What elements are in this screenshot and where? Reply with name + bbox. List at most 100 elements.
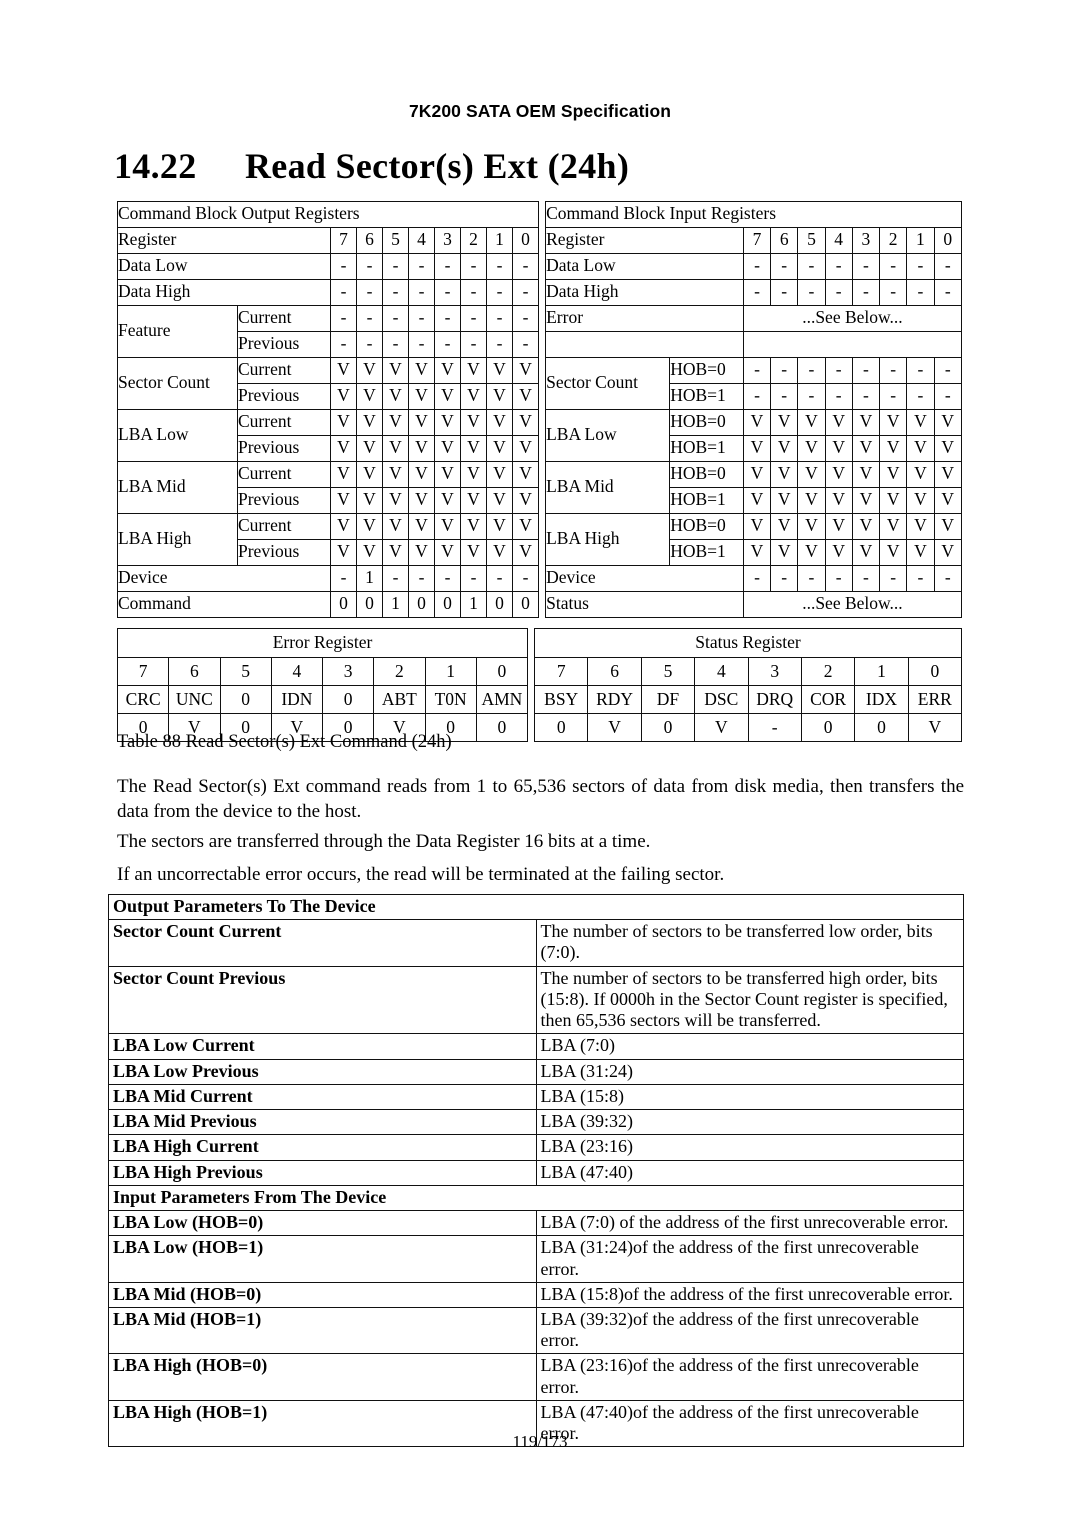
input-parameter-key: LBA Low (HOB=0) — [108, 1210, 537, 1237]
error-register-title: Error Register — [117, 628, 528, 658]
register-bit-value: V — [824, 435, 853, 462]
status-register-bit-value: 0 — [800, 713, 856, 742]
status-register-bit-number: 6 — [587, 657, 642, 686]
register-bit-value: V — [356, 435, 383, 462]
register-bit-value: - — [824, 383, 853, 410]
bit-definition-tables: Error Register 7 6 5 4 3 2 1 0 CRC UNC 0 IDN 0 ABT T0N A… — [116, 628, 963, 742]
register-name: Feature — [117, 305, 238, 358]
register-bit-value: 1 — [382, 591, 409, 618]
table-row: LBA Mid (HOB=0) LBA (15:8)of the address … — [108, 1281, 964, 1308]
table-row: Command 0 0 1 0 0 1 0 0 — [117, 591, 540, 618]
output-parameter-key: Sector Count Current — [108, 919, 537, 967]
table-row: LBA High Previous LBA (47:40) — [108, 1159, 964, 1186]
register-bit-value: - — [511, 279, 540, 306]
register-bit-value: - — [851, 253, 881, 280]
register-bit-value: V — [434, 409, 461, 436]
register-bit-value: V — [434, 513, 461, 540]
table-row: BSY RDY DF DSC DRQ COR IDX ERR — [533, 685, 963, 714]
bit-header: 5 — [797, 227, 826, 254]
status-register-table: Status Register 7 6 5 4 3 2 1 0 BSY RDY DF DSC DRQ COR… — [533, 628, 963, 742]
register-bit-value: - — [408, 331, 435, 358]
register-bit-value: V — [408, 357, 435, 384]
table-row: CRC UNC 0 IDN 0 ABT T0N AMN — [116, 685, 529, 714]
register-bit-value: - — [879, 279, 908, 306]
register-bit-value: V — [742, 409, 772, 436]
status-register-bit-name: COR — [800, 685, 856, 714]
error-register-bit-value: 0 — [475, 713, 529, 742]
register-bit-value: - — [486, 279, 513, 306]
register-bit-value: - — [797, 565, 826, 592]
table-caption: Table 88 Read Sector(s) Ext Command (24h… — [117, 732, 452, 752]
register-bit-value: - — [933, 383, 962, 410]
status-register-bit-name: IDX — [854, 685, 909, 714]
register-bit-value: - — [511, 253, 540, 280]
register-bit-value: V — [770, 409, 799, 436]
register-bit-value: V — [824, 409, 853, 436]
output-parameter-value: LBA (47:40) — [535, 1159, 964, 1186]
register-bit-value: - — [434, 253, 461, 280]
table-row: Register 7 6 5 4 3 2 1 0 — [545, 227, 962, 254]
register-bit-value: 0 — [511, 591, 540, 618]
register-name: Error — [545, 305, 744, 332]
register-bit-value: V — [906, 435, 935, 462]
bit-header: 3 — [434, 227, 461, 254]
table-row: Error ...See Below... — [545, 305, 963, 332]
register-bit-value: - — [460, 253, 487, 280]
output-parameters-heading: Output Parameters To The Device — [108, 893, 964, 921]
register-bit-value: V — [382, 409, 409, 436]
register-name: Data High — [117, 279, 331, 306]
register-bit-value: V — [770, 461, 799, 488]
register-bit-value: - — [460, 331, 487, 358]
register-subfield: Current — [237, 305, 331, 332]
table-row: LBA Low Previous LBA (31:24) — [108, 1058, 964, 1085]
register-bit-value: - — [933, 279, 962, 306]
register-bit-value: V — [742, 487, 772, 514]
register-name: LBA High — [545, 513, 671, 566]
register-bit-value: V — [879, 487, 908, 514]
status-register-bit-value: 0 — [854, 713, 909, 742]
register-bit-value: V — [511, 435, 540, 462]
table-row: Status ...See Below... — [545, 591, 963, 618]
register-name: LBA Mid — [545, 461, 671, 514]
table-row: Error Register — [117, 628, 528, 658]
register-bit-value: V — [460, 435, 487, 462]
register-bit-value: - — [356, 305, 383, 332]
register-bit-value: V — [933, 461, 962, 488]
table-row: LBA Low HOB=0 V V V V V V V V — [545, 409, 962, 462]
register-bit-value: - — [460, 565, 487, 592]
register-name: Data Low — [545, 253, 744, 280]
register-bit-value: - — [356, 279, 383, 306]
register-tables: Command Block Output Registers Register 7 6… — [116, 201, 963, 618]
register-bit-value: - — [356, 253, 383, 280]
register-bit-value: - — [408, 565, 435, 592]
paragraph-description: The Read Sector(s) Ext command reads fro… — [117, 776, 964, 822]
register-bit-value: - — [434, 279, 461, 306]
register-name: LBA High — [117, 513, 238, 566]
register-bit-value: - — [511, 565, 540, 592]
table-row: Data High - - - - - - - - — [545, 279, 962, 306]
register-bit-value: V — [486, 461, 513, 488]
error-register-table: Error Register 7 6 5 4 3 2 1 0 CRC UNC 0 IDN 0 ABT T0N A… — [116, 628, 529, 742]
register-bit-value: V — [330, 513, 357, 540]
register-bit-value: V — [382, 357, 409, 384]
register-bit-value: V — [486, 357, 513, 384]
register-bit-value: - — [330, 279, 357, 306]
register-bit-value: - — [770, 383, 799, 410]
register-subfield: HOB=0 — [669, 409, 744, 436]
register-bit-value: V — [770, 539, 799, 566]
register-bit-value: V — [797, 435, 826, 462]
register-bit-value: V — [382, 461, 409, 488]
register-bit-value: V — [851, 539, 881, 566]
bit-header: 7 — [330, 227, 357, 254]
register-bit-value: - — [460, 305, 487, 332]
register-bit-value: V — [486, 487, 513, 514]
bit-header: 1 — [906, 227, 935, 254]
see-below-note: ...See Below... — [742, 305, 963, 332]
register-bit-value: V — [408, 383, 435, 410]
register-bit-value: V — [511, 487, 540, 514]
register-bit-value: V — [742, 539, 772, 566]
register-bit-value: - — [906, 357, 935, 384]
section-title-text: Read Sector(s) Ext (24h) — [245, 146, 630, 186]
input-parameter-value: LBA (23:16)of the address of the first u… — [535, 1353, 964, 1401]
bit-header: 3 — [851, 227, 881, 254]
